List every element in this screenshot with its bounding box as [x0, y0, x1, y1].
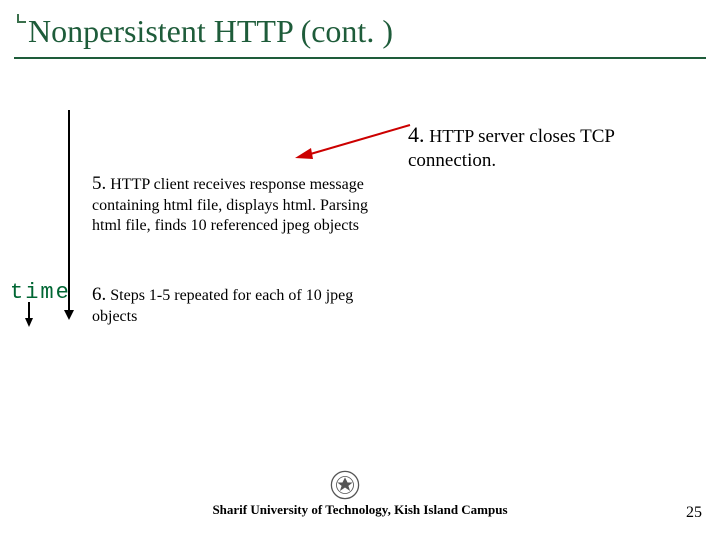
title-corner-ornament	[15, 14, 25, 24]
step-5-number: 5.	[92, 173, 106, 194]
time-axis-line	[68, 110, 70, 312]
page-number: 25	[686, 504, 702, 522]
title-area: Nonpersistent HTTP (cont. )	[14, 14, 706, 59]
time-label: time	[10, 280, 71, 305]
step-6-number: 6.	[92, 284, 106, 305]
step-4-text-a: HTTP	[429, 126, 478, 146]
step-6: 6. Steps 1-5 repeated for each of 10 jpe…	[92, 283, 392, 327]
step-4: 4. HTTP server closes TCP connection.	[408, 122, 698, 172]
step-5: 5. HTTP client receives response message…	[92, 172, 392, 236]
diagonal-arrow-icon	[295, 125, 410, 165]
footer-text: Sharif University of Technology, Kish Is…	[0, 502, 720, 518]
step-5-text: HTTP client receives response message co…	[92, 176, 368, 234]
title-underline	[14, 57, 706, 59]
step-6-text: Steps 1-5 repeated for each of 10 jpeg o…	[92, 287, 353, 325]
arrowhead-down-icon	[64, 310, 74, 320]
slide-title: Nonpersistent HTTP (cont. )	[14, 14, 706, 49]
step-4-number: 4.	[408, 122, 425, 147]
arrowhead-down-icon	[25, 318, 33, 327]
university-seal-icon	[328, 468, 362, 502]
slide: Nonpersistent HTTP (cont. ) time 4. HTTP…	[0, 0, 720, 540]
